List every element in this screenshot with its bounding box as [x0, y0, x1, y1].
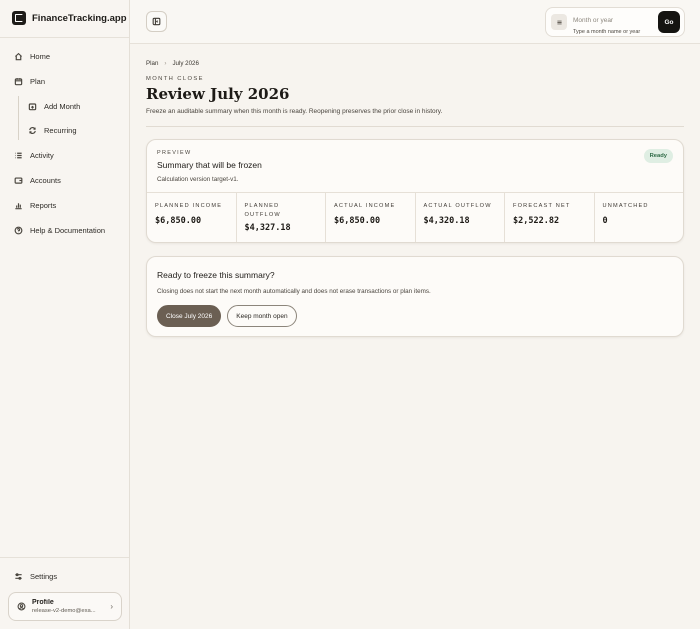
help-icon [14, 226, 23, 234]
close-month-button[interactable]: Close July 2026 [157, 305, 222, 327]
preview-eyebrow: PREVIEW [157, 150, 192, 156]
metric-unmatched: Unmatched 0 [595, 193, 684, 242]
header-divider [146, 126, 684, 127]
calendar-icon [14, 77, 23, 85]
sliders-icon [15, 572, 22, 580]
sidebar-panel-icon [152, 17, 161, 26]
topbar: Type a month name or year Go [130, 0, 700, 44]
month-search: Type a month name or year Go [545, 7, 685, 37]
sidebar-item-plan[interactable]: Plan [14, 73, 45, 89]
sidebar-item-label: Settings [30, 571, 58, 581]
search-hint: Type a month name or year [573, 29, 641, 35]
preview-title: Summary that will be frozen [157, 160, 262, 170]
app-logo-icon [12, 11, 26, 25]
metric-value: $4,327.18 [244, 223, 291, 233]
metric-value: $6,850.00 [155, 216, 202, 226]
sidebar-bottom-divider [0, 557, 129, 558]
metric-label: Planned outflow [244, 203, 281, 218]
sidebar-item-settings[interactable]: Settings [14, 568, 57, 584]
breadcrumb-current: July 2026 [172, 60, 199, 67]
preview-subtitle: Calculation version target-v1. [157, 176, 239, 183]
breadcrumb-plan[interactable]: Plan [146, 60, 158, 67]
metric-actual-outflow: Actual outflow $4,320.18 [416, 193, 505, 242]
preview-card: PREVIEW Summary that will be frozen Calc… [146, 139, 684, 243]
metric-label: Forecast net [513, 203, 571, 209]
main-content: Plan › July 2026 MONTH CLOSE Review July… [130, 45, 700, 629]
home-icon [14, 52, 23, 60]
sidebar-item-label: Recurring [44, 125, 77, 135]
metric-label: Unmatched [602, 203, 649, 209]
metric-value: 0 [602, 216, 608, 226]
repeat-icon [29, 126, 36, 134]
sidebar-item-label: Plan [30, 76, 46, 86]
metric-planned-outflow: Planned outflow $4,327.18 [237, 193, 326, 242]
subnav-guide-line [18, 96, 19, 140]
sidebar-item-label: Home [30, 51, 51, 61]
sidebar-toggle-button[interactable] [146, 11, 167, 32]
profile-button[interactable]: Profile release-v2-demo@exa... › [8, 592, 122, 621]
breadcrumb-separator: › [164, 60, 167, 67]
profile-email: release-v2-demo@exa... [32, 608, 96, 614]
metrics-row: Planned income $6,850.00 Planned outflow… [147, 192, 683, 242]
metric-value: $2,522.82 [513, 216, 560, 226]
sidebar-item-label: Reports [30, 200, 57, 210]
metric-actual-income: Actual income $6,850.00 [326, 193, 416, 242]
breadcrumb: Plan › July 2026 [146, 60, 199, 67]
sidebar-divider [0, 37, 129, 38]
metric-label: Planned income [155, 203, 223, 209]
chevron-right-icon: › [110, 602, 113, 611]
calendar-plus-icon [28, 102, 37, 110]
sidebar-item-recurring[interactable]: Recurring [28, 122, 77, 138]
page-subtitle: Freeze an auditable summary when this mo… [146, 108, 443, 115]
search-menu-icon [551, 14, 567, 30]
brand[interactable]: FinanceTracking.app [12, 9, 127, 27]
bar-chart-icon [15, 202, 22, 209]
sidebar-item-label: Help & Documentation [30, 225, 106, 235]
freeze-subtitle: Closing does not start the next month au… [157, 288, 431, 295]
page-title: Review July 2026 [146, 85, 290, 103]
sidebar-item-accounts[interactable]: Accounts [14, 172, 61, 188]
brand-name: FinanceTracking.app [32, 12, 127, 24]
page-eyebrow: MONTH CLOSE [146, 76, 204, 82]
metric-label: Actual income [334, 203, 396, 209]
status-badge: Ready [643, 149, 673, 163]
sidebar-item-label: Accounts [30, 175, 61, 185]
sidebar-item-label: Activity [30, 150, 54, 160]
sidebar-item-reports[interactable]: Reports [14, 197, 56, 213]
metric-planned-income: Planned income $6,850.00 [147, 193, 237, 242]
metric-value: $4,320.18 [423, 216, 470, 226]
metric-forecast-net: Forecast net $2,522.82 [505, 193, 595, 242]
sidebar-item-label: Add Month [44, 101, 81, 111]
sidebar-item-help[interactable]: Help & Documentation [14, 222, 105, 238]
go-button[interactable]: Go [658, 11, 680, 33]
freeze-card: Ready to freeze this summary? Closing do… [146, 256, 684, 337]
freeze-title: Ready to freeze this summary? [157, 270, 275, 280]
user-circle-icon [17, 602, 26, 611]
month-search-input[interactable] [573, 17, 652, 24]
sidebar-item-add-month[interactable]: Add Month [28, 98, 80, 114]
freeze-actions: Close July 2026 Keep month open [157, 305, 297, 327]
sidebar-item-home[interactable]: Home [14, 48, 50, 64]
metric-value: $6,850.00 [334, 216, 381, 226]
keep-month-open-button[interactable]: Keep month open [227, 305, 297, 327]
wallet-icon [14, 176, 23, 184]
sidebar-item-activity[interactable]: Activity [14, 147, 54, 163]
metric-label: Actual outflow [423, 203, 492, 209]
sidebar: FinanceTracking.app Home Plan Add Month … [0, 0, 130, 629]
list-icon [15, 152, 22, 158]
profile-name: Profile [32, 599, 54, 606]
